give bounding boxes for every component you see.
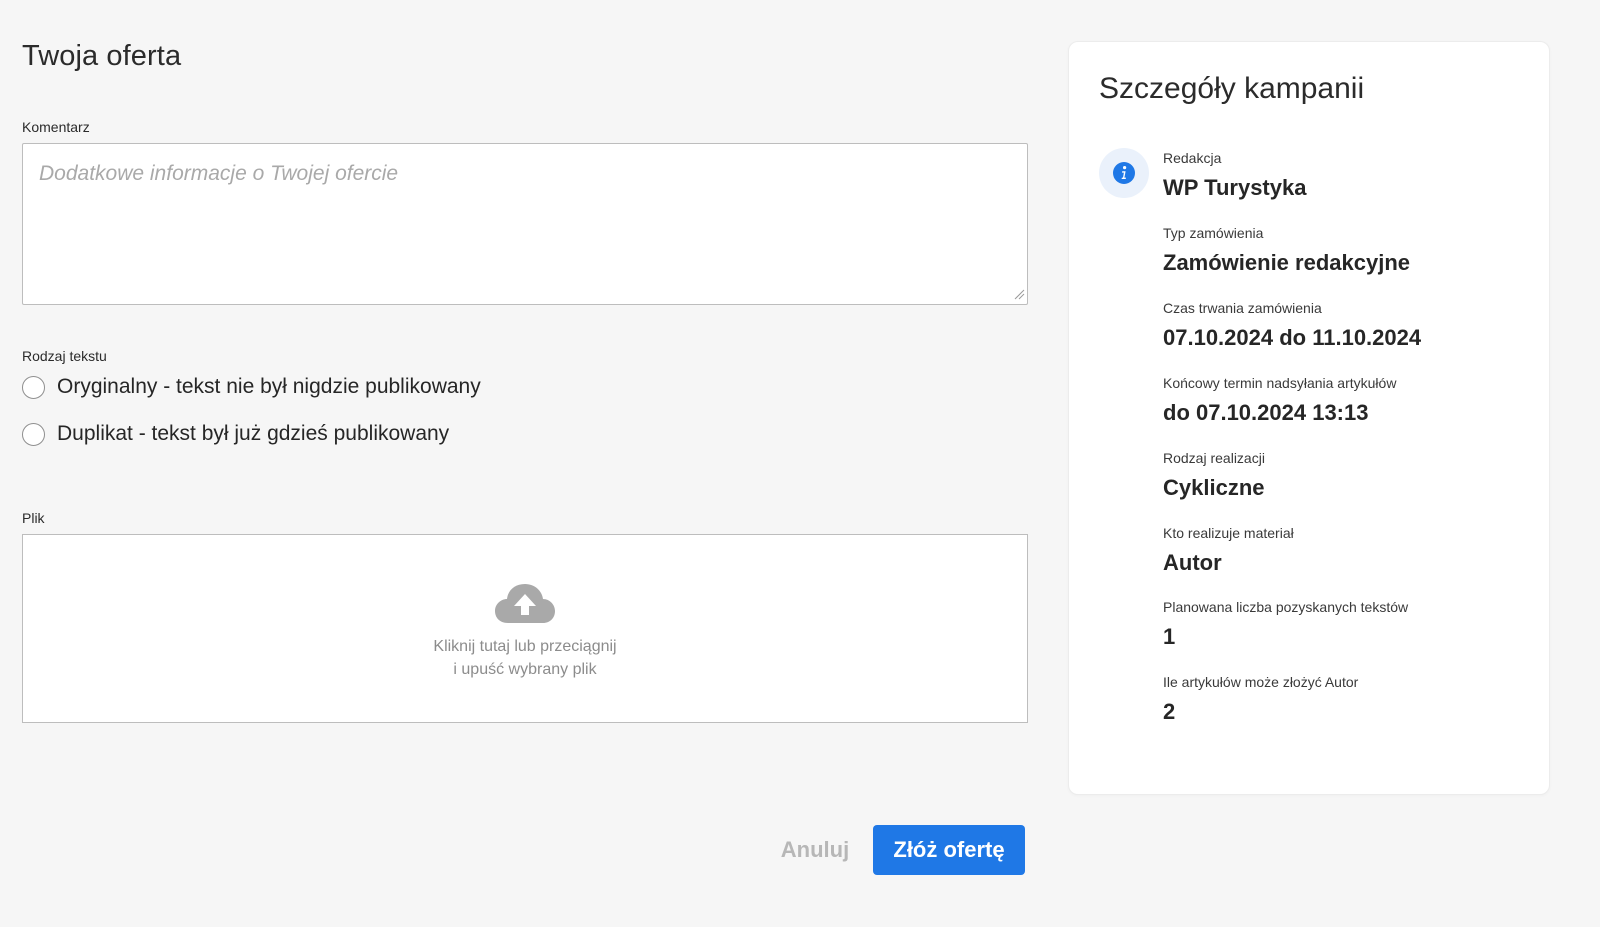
radio-duplicate[interactable]: Duplikat - tekst był już gdzieś publikow… xyxy=(22,421,449,447)
file-label: Plik xyxy=(22,510,45,526)
submit-offer-button[interactable]: Złóż ofertę xyxy=(873,825,1025,875)
comment-label: Komentarz xyxy=(22,119,90,135)
campaign-details-title: Szczegóły kampanii xyxy=(1099,72,1365,105)
detail-value: Autor xyxy=(1163,550,1222,575)
detail-value: WP Turystyka xyxy=(1163,175,1307,200)
detail-articles-per-author: Ile artykułów może złożyć Autor 2 xyxy=(1163,673,1358,725)
detail-value: Zamówienie redakcyjne xyxy=(1163,250,1410,275)
detail-planned-texts: Planowana liczba pozyskanych tekstów 1 xyxy=(1163,598,1408,650)
dropzone-hint-line1: Kliknij tutaj lub przeciągnij xyxy=(433,638,617,655)
info-badge xyxy=(1099,148,1149,198)
detail-value: 1 xyxy=(1163,624,1176,649)
detail-label: Końcowy termin nadsyłania artykułów xyxy=(1163,375,1397,391)
page-title: Twoja oferta xyxy=(22,40,182,72)
detail-label: Planowana liczba pozyskanych tekstów xyxy=(1163,599,1409,615)
detail-value: 07.10.2024 do 11.10.2024 xyxy=(1163,325,1422,350)
radio-button[interactable] xyxy=(22,422,45,446)
detail-order-type: Typ zamówienia Zamówienie redakcyjne xyxy=(1163,224,1410,276)
detail-label: Czas trwania zamówienia xyxy=(1163,300,1322,316)
detail-label: Kto realizuje materiał xyxy=(1163,525,1294,541)
detail-value: Cykliczne xyxy=(1163,475,1265,500)
detail-label: Rodzaj realizacji xyxy=(1163,450,1265,466)
radio-original-label[interactable]: Oryginalny - tekst nie był nigdzie publi… xyxy=(57,375,481,399)
detail-deadline: Końcowy termin nadsyłania artykułów do 0… xyxy=(1163,374,1396,426)
detail-realization-type: Rodzaj realizacji Cykliczne xyxy=(1163,449,1265,501)
page: Twoja oferta Komentarz Rodzaj tekstu Ory… xyxy=(0,0,1600,927)
info-icon xyxy=(1113,162,1135,184)
detail-who-creates: Kto realizuje materiał Autor xyxy=(1163,524,1294,576)
cloud-upload-icon xyxy=(495,584,555,623)
resize-handle-icon[interactable] xyxy=(1014,289,1025,300)
detail-label: Typ zamówienia xyxy=(1163,225,1264,241)
radio-duplicate-label[interactable]: Duplikat - tekst był już gdzieś publikow… xyxy=(57,422,449,446)
detail-duration: Czas trwania zamówienia 07.10.2024 do 11… xyxy=(1163,299,1421,351)
detail-value: do 07.10.2024 13:13 xyxy=(1163,400,1369,425)
radio-button[interactable] xyxy=(22,375,45,399)
comment-textarea[interactable] xyxy=(22,143,1028,305)
detail-label: Ile artykułów może złożyć Autor xyxy=(1163,674,1359,690)
campaign-details-card: Szczegóły kampanii Redakcja WP Turystyka… xyxy=(1068,41,1550,795)
file-dropzone[interactable]: Kliknij tutaj lub przeciągnij i upuść wy… xyxy=(22,534,1028,723)
detail-value: 2 xyxy=(1163,699,1176,724)
detail-redakcja: Redakcja WP Turystyka xyxy=(1163,149,1306,201)
radio-original[interactable]: Oryginalny - tekst nie był nigdzie publi… xyxy=(22,374,481,400)
dropzone-hint-line2: i upuść wybrany plik xyxy=(453,661,597,678)
text-type-label: Rodzaj tekstu xyxy=(22,348,107,364)
detail-label: Redakcja xyxy=(1163,150,1222,166)
cancel-button[interactable]: Anuluj xyxy=(770,826,860,874)
